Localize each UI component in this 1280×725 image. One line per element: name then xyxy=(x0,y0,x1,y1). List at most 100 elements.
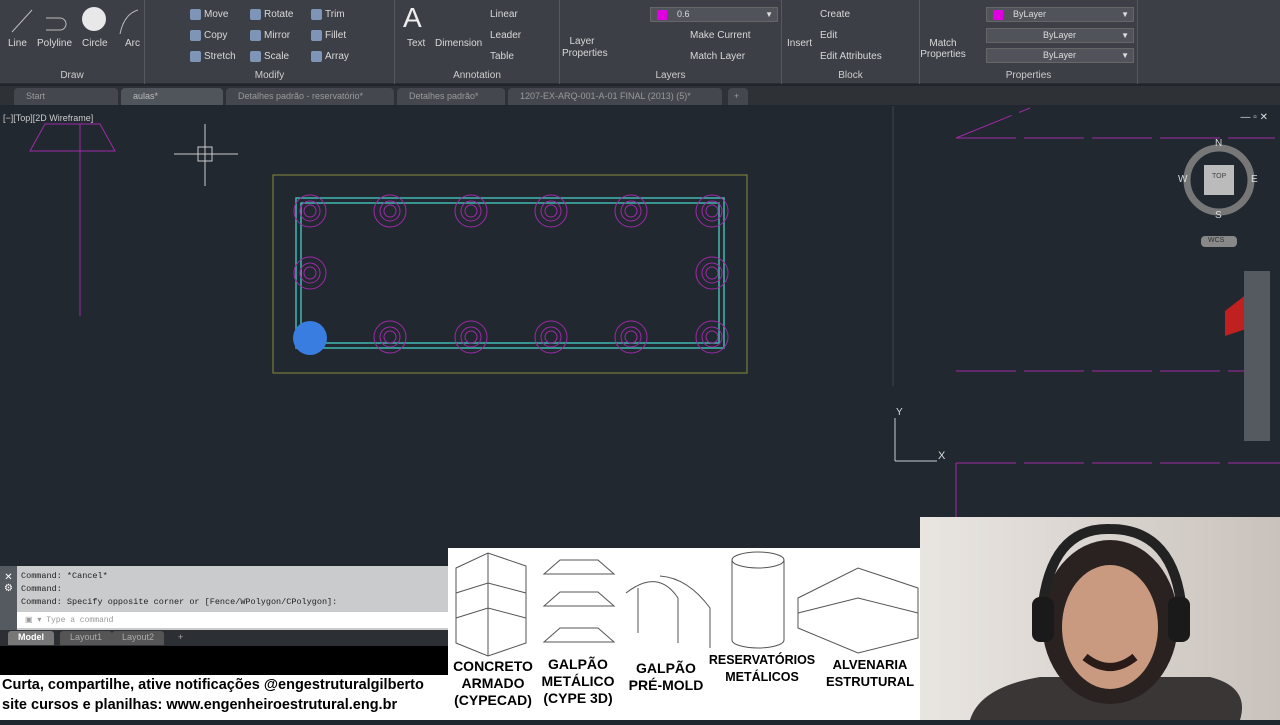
column-circle[interactable] xyxy=(705,330,719,344)
copy-button[interactable]: Copy xyxy=(190,30,227,41)
lineweight-dropdown[interactable]: ByLayer ▼ xyxy=(986,48,1134,63)
mirror-button[interactable]: Mirror xyxy=(250,30,290,41)
stretch-button[interactable]: Stretch xyxy=(190,51,236,62)
fillet-button[interactable]: Fillet xyxy=(311,30,346,41)
linear-button[interactable]: Linear xyxy=(490,9,518,20)
text-button[interactable]: Text xyxy=(407,38,425,49)
table-button[interactable]: Table xyxy=(490,51,514,62)
column-circle[interactable] xyxy=(383,204,397,218)
line-button[interactable]: Line xyxy=(8,38,27,49)
add-layout-button[interactable]: + xyxy=(168,631,193,645)
column-circle[interactable] xyxy=(454,194,488,228)
color-value: ByLayer xyxy=(1013,9,1047,19)
column-circle[interactable] xyxy=(705,204,719,218)
properties-panel-title[interactable]: Properties xyxy=(920,70,1137,81)
layer-properties-button[interactable]: Layer Properties xyxy=(562,36,608,60)
array-button[interactable]: Array xyxy=(311,51,349,62)
caption-galpao-premold: GALPÃO PRÉ-MOLD xyxy=(620,660,712,694)
viewport-controls[interactable]: [−][Top][2D Wireframe] xyxy=(3,113,93,123)
caption-line: PRÉ-MOLD xyxy=(628,677,704,693)
column-circle[interactable] xyxy=(540,200,562,222)
column-circle[interactable] xyxy=(624,330,638,344)
column-circle[interactable] xyxy=(705,266,719,280)
tab-model[interactable]: Model xyxy=(8,631,54,645)
move-button[interactable]: Move xyxy=(190,9,228,20)
leader-button[interactable]: Leader xyxy=(490,30,521,41)
copy-icon xyxy=(190,30,201,41)
column-circle[interactable] xyxy=(620,326,642,348)
tab-start[interactable]: Start xyxy=(14,88,118,105)
column-circle[interactable] xyxy=(379,326,401,348)
color-dropdown[interactable]: ByLayer ▼ xyxy=(986,7,1134,22)
column-circle[interactable] xyxy=(695,256,729,290)
dimension-button[interactable]: Dimension xyxy=(435,38,482,49)
make-current-button[interactable]: Make Current xyxy=(690,30,751,41)
column-circle[interactable] xyxy=(379,200,401,222)
column-circle[interactable] xyxy=(464,330,478,344)
viewport-window-controls[interactable]: — ▫ ✕ xyxy=(1241,112,1268,123)
tab-layout2[interactable]: Layout2 xyxy=(112,631,165,645)
drawing-canvas[interactable]: TOP N S E W WCS Y X xyxy=(0,106,1280,566)
column-circle[interactable] xyxy=(544,204,558,218)
column-circle[interactable] xyxy=(614,194,648,228)
tab-1207-ex-arq[interactable]: 1207-EX-ARQ-001-A-01 FINAL (2013) (5)* xyxy=(508,88,722,105)
ucs-x-label: X xyxy=(938,450,946,462)
column-circle[interactable] xyxy=(383,330,397,344)
crosshair-cursor xyxy=(174,124,238,186)
tab-layout1[interactable]: Layout1 xyxy=(60,631,113,645)
command-input[interactable]: ▣ ▾ Type a command xyxy=(17,612,448,628)
layers-panel: Layer Properties 0.6 ▼ Make Current Match… xyxy=(560,0,782,84)
column-circle[interactable] xyxy=(460,326,482,348)
wcs-label: WCS xyxy=(1208,237,1225,244)
rotate-label: Rotate xyxy=(264,9,294,21)
lineweight-value: ByLayer xyxy=(1043,50,1077,60)
navigation-bar[interactable] xyxy=(1244,271,1270,441)
column-circle[interactable] xyxy=(624,204,638,218)
arc-button[interactable]: Arc xyxy=(125,38,140,49)
linetype-dropdown[interactable]: ByLayer ▼ xyxy=(986,28,1134,43)
column-circle[interactable] xyxy=(620,200,642,222)
column-circle[interactable] xyxy=(534,194,568,228)
column-circle[interactable] xyxy=(303,266,317,280)
create-block-button[interactable]: Create xyxy=(820,9,850,20)
column-circle[interactable] xyxy=(540,326,562,348)
column-circle[interactable] xyxy=(299,200,321,222)
command-close-icon[interactable]: ✕ ⚙ xyxy=(0,566,17,630)
tab-detalhes-reservatorio[interactable]: Detalhes padrão - reservatório* xyxy=(226,88,394,105)
column-circle[interactable] xyxy=(373,194,407,228)
draw-panel-title[interactable]: Draw xyxy=(0,70,144,81)
column-circle[interactable] xyxy=(460,200,482,222)
scale-button[interactable]: Scale xyxy=(250,51,289,62)
tab-detalhes-padrao[interactable]: Detalhes padrão* xyxy=(397,88,505,105)
layer-dropdown[interactable]: 0.6 ▼ xyxy=(650,7,778,22)
edit-block-button[interactable]: Edit xyxy=(820,30,837,41)
polyline-button[interactable]: Polyline xyxy=(37,38,72,49)
insert-button[interactable]: Insert xyxy=(787,38,812,49)
edit-attributes-button[interactable]: Edit Attributes xyxy=(820,51,882,62)
column-circle[interactable] xyxy=(464,204,478,218)
column-circle[interactable] xyxy=(293,256,327,290)
column-circle[interactable] xyxy=(303,204,317,218)
column-circle[interactable] xyxy=(299,262,321,284)
circle-button[interactable]: Circle xyxy=(82,38,108,49)
compass-n: N xyxy=(1215,138,1223,149)
column-circle[interactable] xyxy=(544,330,558,344)
modify-panel-title[interactable]: Modify xyxy=(145,70,394,81)
column-circle[interactable] xyxy=(695,194,729,228)
block-panel-title[interactable]: Block xyxy=(782,70,919,81)
match-properties-button[interactable]: Match Properties xyxy=(920,38,966,60)
building-icon xyxy=(455,552,527,657)
rotate-button[interactable]: Rotate xyxy=(250,9,293,20)
new-tab-button[interactable]: + xyxy=(728,88,748,105)
caption-line: ARMADO xyxy=(461,675,525,691)
match-layer-button[interactable]: Match Layer xyxy=(690,51,745,62)
selected-grip[interactable] xyxy=(293,321,327,355)
modify-panel: Move Rotate Trim Copy Mirror Fillet Stre… xyxy=(145,0,395,84)
compass-w: W xyxy=(1178,174,1188,185)
layers-panel-title[interactable]: Layers xyxy=(560,70,781,81)
tab-aulas[interactable]: aulas* xyxy=(121,88,223,105)
viewcube-top[interactable] xyxy=(1204,165,1234,195)
column-circle[interactable] xyxy=(293,194,327,228)
trim-button[interactable]: Trim xyxy=(311,9,345,20)
annotation-panel-title[interactable]: Annotation xyxy=(395,70,559,81)
